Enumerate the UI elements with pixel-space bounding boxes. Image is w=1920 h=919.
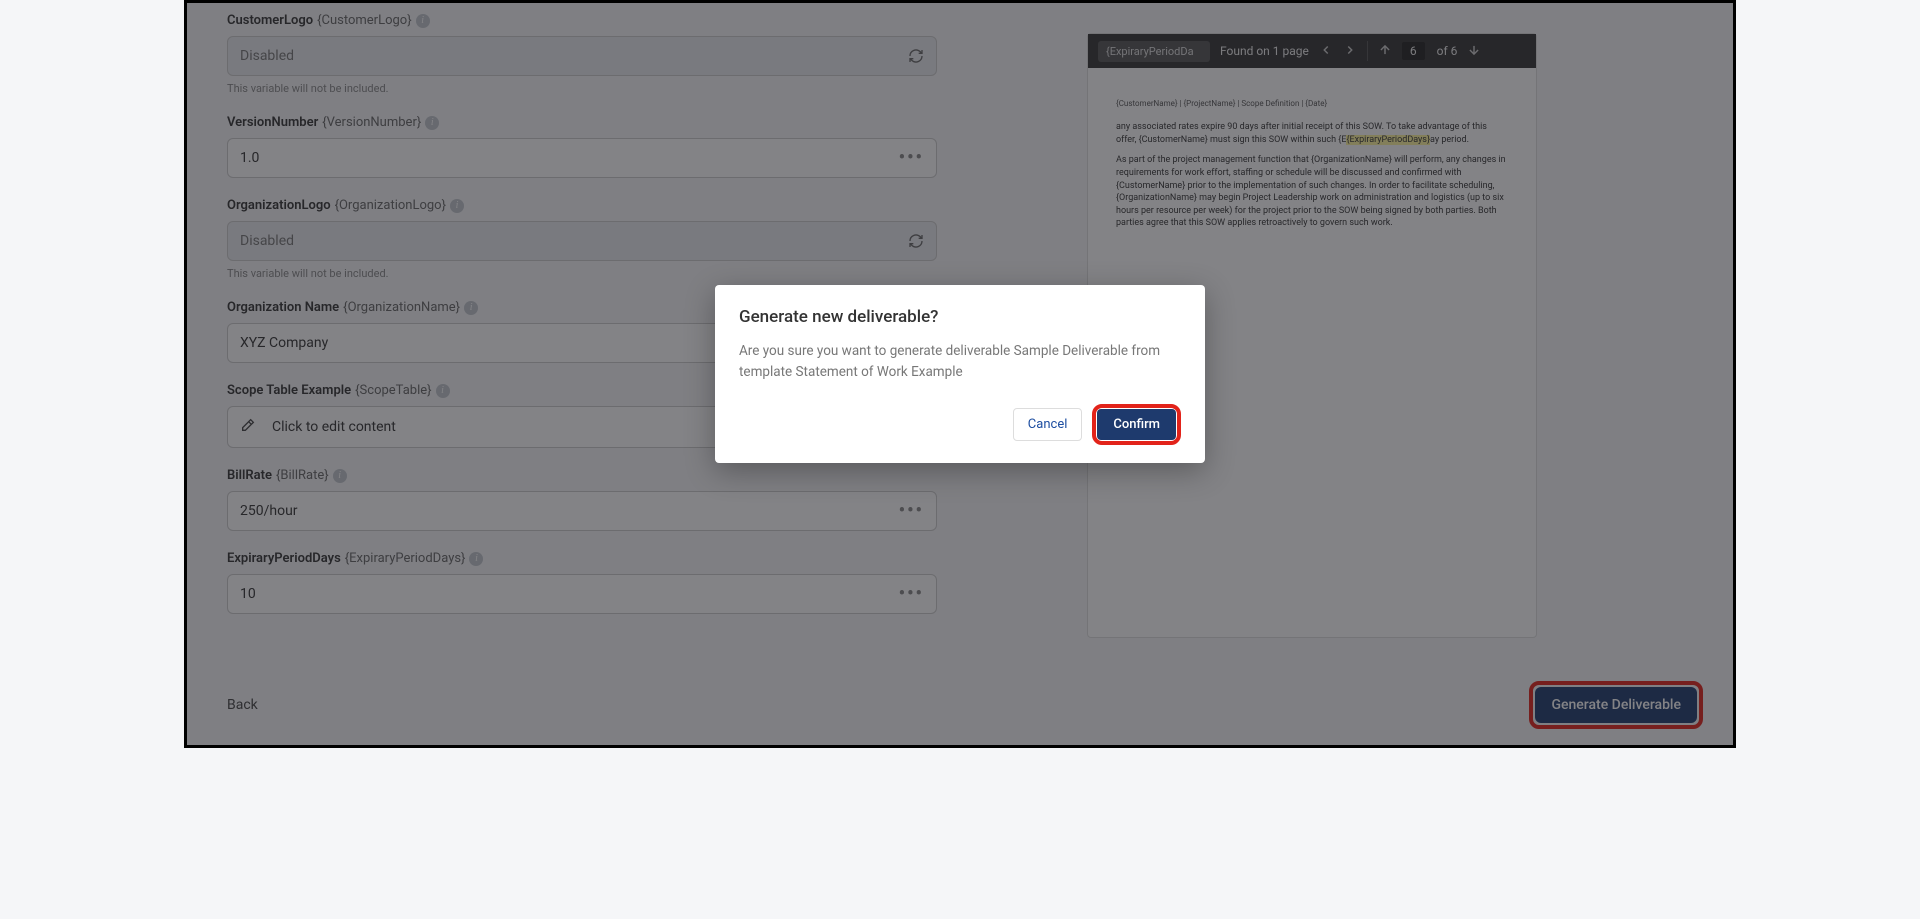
app-frame: CustomerLogo {CustomerLogo} i Disabled T… bbox=[184, 0, 1736, 748]
modal-overlay[interactable]: Generate new deliverable? Are you sure y… bbox=[187, 3, 1733, 745]
highlight-ring: Confirm bbox=[1092, 404, 1181, 445]
modal-body: Are you sure you want to generate delive… bbox=[739, 341, 1181, 382]
confirm-modal: Generate new deliverable? Are you sure y… bbox=[715, 285, 1205, 463]
modal-actions: Cancel Confirm bbox=[739, 404, 1181, 445]
cancel-button[interactable]: Cancel bbox=[1013, 408, 1083, 441]
confirm-button[interactable]: Confirm bbox=[1097, 409, 1176, 440]
modal-title: Generate new deliverable? bbox=[739, 307, 1181, 327]
